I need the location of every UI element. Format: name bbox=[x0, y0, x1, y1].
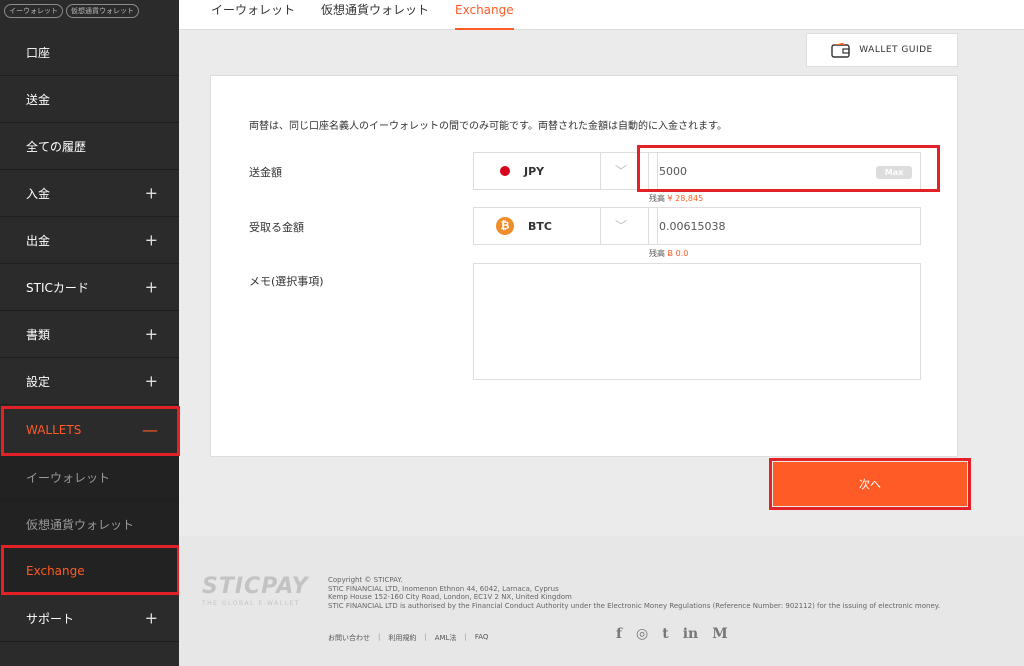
receive-currency-code: BTC bbox=[528, 219, 552, 233]
sidebar-item-documents[interactable]: 書類 + bbox=[0, 311, 179, 358]
send-amount-input[interactable]: 5000 Max bbox=[648, 152, 921, 190]
receive-currency-select[interactable]: ₿ BTC ﹀ bbox=[473, 207, 658, 245]
plus-icon: + bbox=[144, 230, 158, 250]
logo-tagline: THE GLOBAL E-WALLET bbox=[202, 600, 300, 607]
wallet-icon bbox=[831, 42, 850, 58]
receive-amount-value: 0.00615038 bbox=[659, 219, 726, 233]
send-amount-label: 送金額 bbox=[249, 166, 282, 179]
sidebar-item-withdraw[interactable]: 出金 + bbox=[0, 217, 179, 264]
pill-crypto-wallet[interactable]: 仮想通貨ウォレット bbox=[66, 4, 139, 18]
wallet-guide-label: WALLET GUIDE bbox=[859, 45, 933, 55]
memo-textarea[interactable] bbox=[473, 263, 921, 380]
receive-amount-label: 受取る金額 bbox=[249, 221, 304, 234]
minus-icon: — bbox=[142, 420, 158, 440]
plus-icon: + bbox=[144, 324, 158, 344]
sidebar-item-stic-card[interactable]: STICカード + bbox=[0, 264, 179, 311]
receive-balance: 残高 Ƀ 0.0 bbox=[649, 248, 688, 259]
receive-amount-input[interactable]: 0.00615038 bbox=[648, 207, 921, 245]
send-currency-select[interactable]: JPY ﹀ bbox=[473, 152, 658, 190]
wallet-guide-button[interactable]: WALLET GUIDE bbox=[806, 33, 958, 67]
copyright-line: Kemp House 152-160 City Road, London, EC… bbox=[328, 593, 572, 601]
footer-links: お問い合わせ | 利用規約 | AML法 | FAQ bbox=[328, 633, 489, 643]
sidebar-wallet-pills: イーウォレット 仮想通貨ウォレット bbox=[0, 0, 179, 22]
balance-prefix: 残高 bbox=[649, 249, 665, 258]
exchange-notice: 両替は、同じ口座名義人のイーウォレットの間でのみ可能です。両替された金額は自動的… bbox=[249, 121, 727, 132]
memo-label: メモ(選択事項) bbox=[249, 275, 324, 288]
social-links: f ◎ t in M bbox=[616, 626, 728, 642]
copyright-line: Copyright © STICPAY. bbox=[328, 576, 403, 584]
copyright-line: STIC FINANCIAL LTD, Inomenon Ethnon 44, … bbox=[328, 584, 559, 593]
send-balance-value: ¥ 28,845 bbox=[667, 194, 704, 203]
japan-flag-icon bbox=[500, 166, 510, 176]
sidebar-item-e-wallet[interactable]: イーウォレット bbox=[0, 454, 179, 501]
footer: STICPAY THE GLOBAL E-WALLET Copyright © … bbox=[179, 536, 1024, 666]
copyright-block: Copyright © STICPAY. STIC FINANCIAL LTD,… bbox=[328, 576, 940, 610]
bitcoin-icon: ₿ bbox=[496, 217, 514, 235]
linkedin-icon[interactable]: in bbox=[683, 626, 699, 642]
medium-icon[interactable]: M bbox=[712, 626, 728, 642]
footer-link-aml[interactable]: AML法 bbox=[435, 633, 457, 643]
plus-icon: + bbox=[144, 371, 158, 391]
receive-balance-value: Ƀ 0.0 bbox=[667, 249, 689, 258]
plus-icon: + bbox=[144, 608, 158, 628]
send-currency-code: JPY bbox=[524, 164, 545, 178]
footer-link-contact[interactable]: お問い合わせ bbox=[328, 633, 370, 643]
sidebar-item-history[interactable]: 全ての履歴 bbox=[0, 123, 179, 170]
top-tab-bar: イーウォレット 仮想通貨ウォレット Exchange bbox=[179, 0, 1024, 30]
footer-link-terms[interactable]: 利用規約 bbox=[388, 633, 416, 643]
tab-exchange[interactable]: Exchange bbox=[455, 0, 514, 30]
sidebar-item-deposit[interactable]: 入金 + bbox=[0, 170, 179, 217]
copyright-line: STIC FINANCIAL LTD is authorised by the … bbox=[328, 601, 941, 610]
sidebar-item-wallets[interactable]: WALLETS — bbox=[0, 407, 179, 454]
facebook-icon[interactable]: f bbox=[616, 626, 622, 642]
sidebar-item-support[interactable]: サポート + bbox=[0, 595, 179, 642]
send-balance: 残高 ¥ 28,845 bbox=[649, 193, 703, 204]
chevron-down-icon: ﹀ bbox=[615, 219, 628, 233]
instagram-icon[interactable]: ◎ bbox=[636, 626, 648, 642]
twitter-icon[interactable]: t bbox=[662, 626, 668, 642]
exchange-form-card: 両替は、同じ口座名義人のイーウォレットの間でのみ可能です。両替された金額は自動的… bbox=[210, 75, 958, 457]
tab-crypto-wallet[interactable]: 仮想通貨ウォレット bbox=[321, 0, 429, 30]
select-divider bbox=[600, 208, 601, 244]
plus-icon: + bbox=[144, 183, 158, 203]
footer-link-faq[interactable]: FAQ bbox=[475, 633, 489, 643]
send-amount-value: 5000 bbox=[659, 164, 687, 178]
chevron-down-icon: ﹀ bbox=[615, 164, 628, 178]
sidebar-item-send[interactable]: 送金 bbox=[0, 76, 179, 123]
tab-e-wallet[interactable]: イーウォレット bbox=[211, 0, 295, 30]
pill-e-wallet[interactable]: イーウォレット bbox=[4, 4, 63, 18]
sidebar-item-crypto-wallet[interactable]: 仮想通貨ウォレット bbox=[0, 501, 179, 548]
plus-icon: + bbox=[144, 277, 158, 297]
select-divider bbox=[600, 153, 601, 189]
sticpay-logo: STICPAY bbox=[202, 574, 309, 599]
balance-prefix: 残高 bbox=[649, 194, 665, 203]
max-button[interactable]: Max bbox=[876, 166, 912, 179]
sidebar: イーウォレット 仮想通貨ウォレット 口座 送金 全ての履歴 入金 + 出金 + ST… bbox=[0, 0, 179, 666]
next-button[interactable]: 次へ bbox=[773, 462, 967, 506]
sidebar-item-account[interactable]: 口座 bbox=[0, 29, 179, 76]
sidebar-item-settings[interactable]: 設定 + bbox=[0, 358, 179, 405]
sidebar-item-exchange[interactable]: Exchange bbox=[0, 548, 179, 595]
